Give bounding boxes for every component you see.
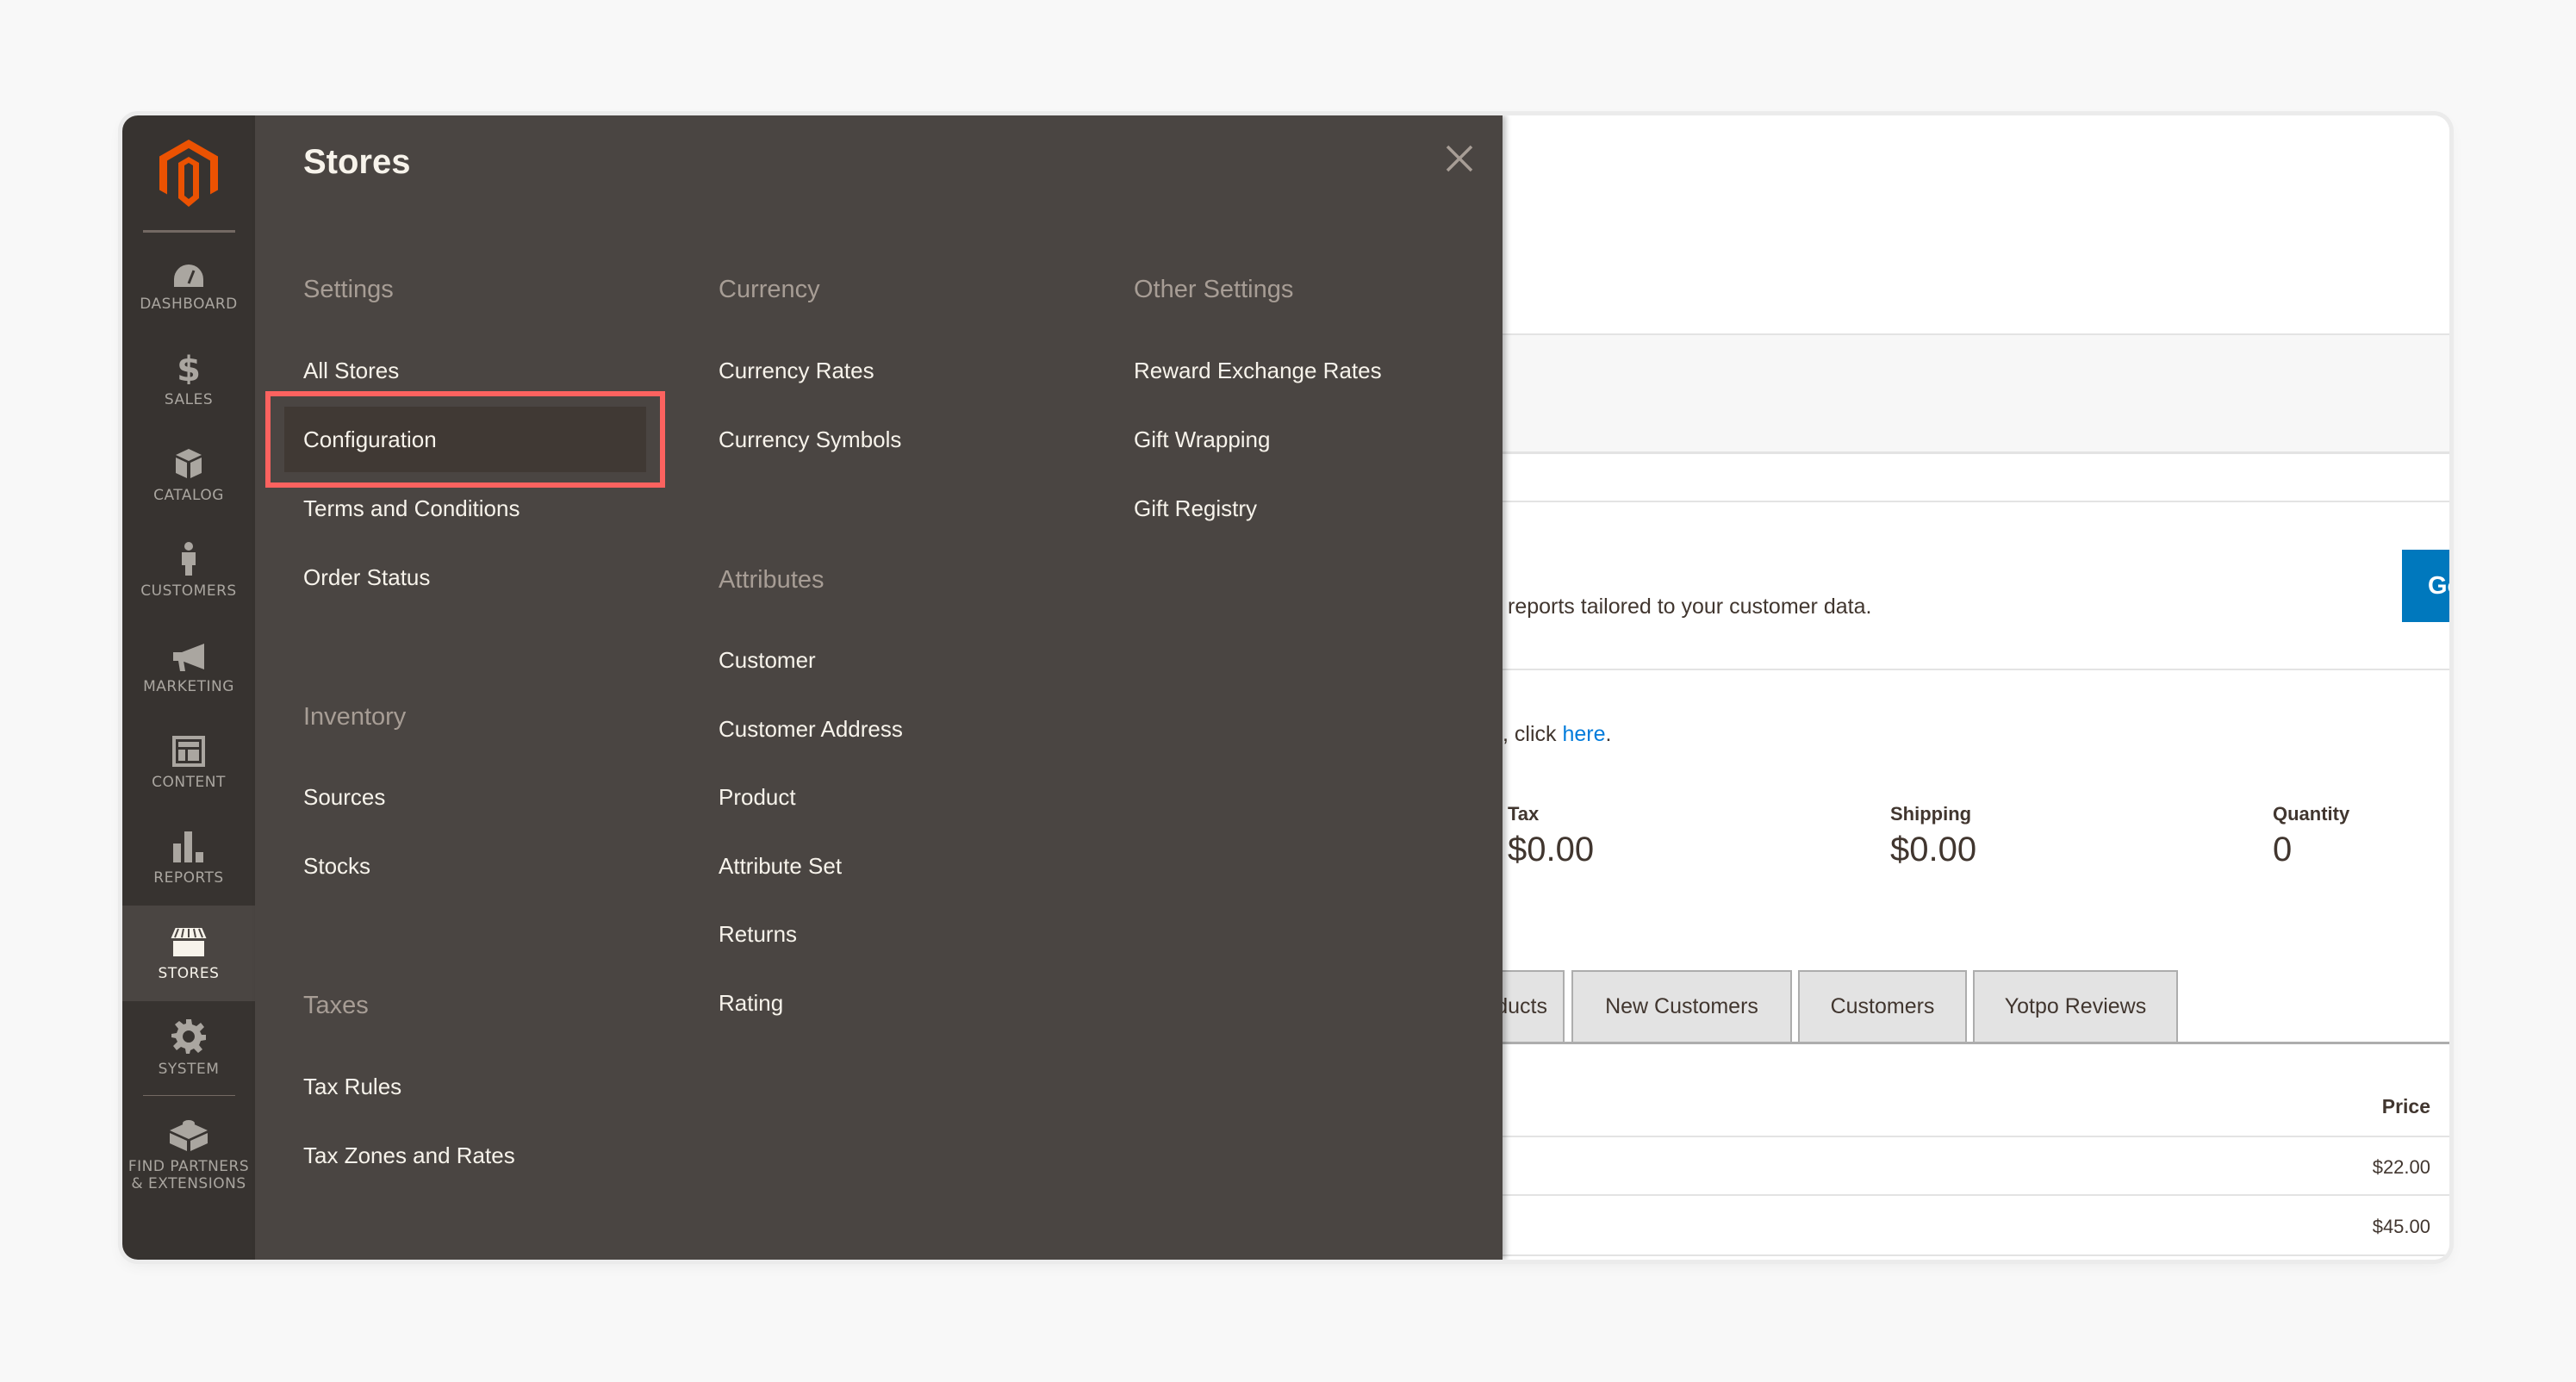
menu-link-gift-registry[interactable]: Gift Registry	[1134, 495, 1257, 522]
megaphone-icon	[171, 638, 206, 671]
nav-label: Content	[152, 773, 226, 791]
menu-title: Stores	[303, 143, 411, 181]
here-link[interactable]: here	[1562, 722, 1605, 746]
dashboard-icon	[172, 256, 205, 289]
menu-link-order-status[interactable]: Order Status	[303, 564, 430, 591]
table-cell-price: $45.00	[2372, 1216, 2430, 1237]
menu-link-terms-and-conditions[interactable]: Terms and Conditions	[303, 495, 520, 522]
sidebar-item-find-partners[interactable]: Find Partners & Extensions	[122, 1099, 255, 1211]
menu-link-currency-symbols[interactable]: Currency Symbols	[719, 426, 901, 453]
sidebar-item-system[interactable]: System	[122, 1001, 255, 1097]
table-row-divider	[1503, 1254, 2449, 1256]
page-actions-band	[1503, 333, 2449, 454]
section-title-taxes: Taxes	[303, 992, 369, 1019]
menu-link-configuration[interactable]: Configuration	[303, 426, 437, 453]
menu-link-rating[interactable]: Rating	[719, 990, 783, 1017]
sidebar-item-reports[interactable]: Reports	[122, 810, 255, 906]
nav-label: Customers	[140, 582, 237, 600]
column-header-price[interactable]: Price	[2382, 1095, 2430, 1118]
section-title-attributes: Attributes	[719, 566, 824, 594]
table-row-divider	[1503, 1194, 2449, 1196]
svg-text:$: $	[177, 350, 200, 384]
nav-label: Sales	[164, 390, 214, 408]
stat-shipping: Shipping $0.00	[1890, 803, 1976, 869]
dashboard-page: reports tailored to your customer data. …	[1503, 115, 2449, 1260]
menu-link-sources[interactable]: Sources	[303, 784, 385, 811]
nav-label-line2: & Extensions	[131, 1175, 246, 1192]
divider	[1503, 501, 2449, 502]
person-icon	[178, 541, 199, 576]
tab-new-customers[interactable]: New Customers	[1571, 970, 1792, 1042]
close-icon	[1446, 145, 1473, 172]
nav-label: Dashboard	[140, 295, 238, 313]
magento-logo-icon	[159, 140, 218, 207]
nav-label: Catalog	[153, 486, 224, 504]
section-title-inventory: Inventory	[303, 703, 407, 731]
stat-quantity: Quantity 0	[2273, 803, 2349, 869]
bar-chart-icon	[173, 830, 204, 862]
close-button[interactable]	[1442, 141, 1477, 176]
lego-block-icon	[170, 1118, 208, 1151]
menu-link-gift-wrapping[interactable]: Gift Wrapping	[1134, 426, 1270, 453]
menu-link-tax-rules[interactable]: Tax Rules	[303, 1074, 401, 1100]
admin-sidebar: Dashboard $ Sales Catalog Customers Mark…	[122, 115, 255, 1260]
dollar-icon: $	[177, 350, 200, 384]
storefront-icon	[170, 925, 208, 958]
magento-logo[interactable]	[122, 140, 255, 209]
menu-link-stocks[interactable]: Stocks	[303, 853, 370, 880]
table-row-divider	[1503, 1136, 2449, 1137]
stat-label: Tax	[1508, 803, 1540, 825]
nav-label: Marketing	[143, 677, 234, 695]
stat-value: $0.00	[1508, 831, 1595, 868]
click-text-suffix: .	[1605, 722, 1612, 746]
sidebar-item-content[interactable]: Content	[122, 714, 255, 810]
menu-link-all-stores[interactable]: All Stores	[303, 358, 399, 384]
tab-customers[interactable]: Customers	[1798, 970, 1967, 1042]
table-cell-price: $22.00	[2372, 1156, 2430, 1178]
menu-link-tax-zones-and-rates[interactable]: Tax Zones and Rates	[303, 1142, 515, 1169]
menu-link-reward-exchange-rates[interactable]: Reward Exchange Rates	[1134, 358, 1382, 384]
stores-flyout-menu: Stores Settings All Stores Configuration…	[255, 115, 1503, 1260]
refresh-statistics-text: , click here.	[1503, 722, 1611, 747]
nav-divider	[143, 1095, 235, 1096]
nav-label: System	[158, 1060, 220, 1078]
menu-link-currency-rates[interactable]: Currency Rates	[719, 358, 874, 384]
admin-window: Dashboard $ Sales Catalog Customers Mark…	[122, 115, 2449, 1260]
stat-label: Shipping	[1890, 803, 1972, 825]
section-title-other-settings: Other Settings	[1134, 276, 1294, 303]
nav-label: Reports	[153, 868, 224, 887]
go-to-advanced-reporting-button[interactable]: Go to Advanced Reporting	[2402, 550, 2449, 622]
layout-icon	[172, 734, 205, 767]
stat-value: $0.00	[1890, 831, 1977, 868]
stat-value: 0	[2273, 831, 2293, 868]
tab-yotpo-reviews[interactable]: Yotpo Reviews	[1973, 970, 2178, 1042]
click-text-prefix: , click	[1503, 722, 1563, 746]
sidebar-item-stores[interactable]: Stores	[122, 906, 255, 1001]
sidebar-item-customers[interactable]: Customers	[122, 523, 255, 619]
sidebar-item-dashboard[interactable]: Dashboard	[122, 236, 255, 332]
stat-label: Quantity	[2273, 803, 2350, 825]
tab-products[interactable]: Products	[1503, 970, 1565, 1042]
section-title-currency: Currency	[719, 276, 820, 303]
menu-link-customer[interactable]: Customer	[719, 647, 816, 674]
sidebar-item-catalog[interactable]: Catalog	[122, 427, 255, 523]
divider	[1503, 669, 2449, 670]
sidebar-item-marketing[interactable]: Marketing	[122, 619, 255, 714]
menu-link-product[interactable]: Product	[719, 784, 796, 811]
advanced-reporting-text: reports tailored to your customer data.	[1508, 595, 1872, 619]
section-title-settings: Settings	[303, 276, 394, 303]
global-search-button[interactable]	[2447, 243, 2449, 279]
gear-icon	[171, 1018, 206, 1054]
menu-link-returns[interactable]: Returns	[719, 921, 797, 948]
sidebar-item-sales[interactable]: $ Sales	[122, 332, 255, 427]
nav-label: Stores	[158, 964, 220, 982]
menu-link-customer-address[interactable]: Customer Address	[719, 716, 903, 743]
nav-label-line1: Find Partners	[128, 1158, 250, 1175]
box-icon	[174, 447, 203, 480]
menu-link-attribute-set[interactable]: Attribute Set	[719, 853, 842, 880]
stat-tax: Tax $0.00	[1508, 803, 1594, 869]
logo-divider	[143, 230, 235, 233]
dashboard-tabs: Products New Customers Customers Yotpo R…	[1503, 970, 2449, 1044]
search-icon	[2447, 243, 2449, 279]
